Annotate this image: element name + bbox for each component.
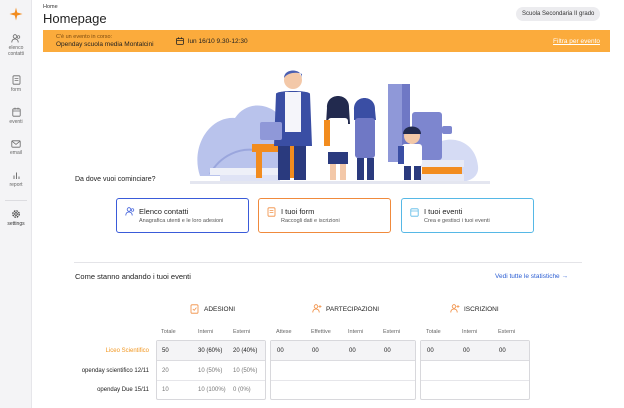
start-question: Da dove vuoi cominciare?	[75, 176, 156, 183]
table-cell: 00	[277, 348, 284, 354]
mail-icon	[11, 140, 21, 148]
table-cell: 00	[499, 348, 506, 354]
logo-star-icon[interactable]	[9, 7, 23, 21]
stats-table-adesioni: 50 30 (60%) 20 (40%) 20 10 (50%) 10 (50%…	[156, 340, 266, 400]
table-cell: 30 (60%)	[198, 348, 223, 354]
card-description: Crea e gestisci i tuoi eventi	[424, 218, 490, 224]
table-row	[421, 361, 529, 381]
users-icon	[11, 34, 21, 43]
table-cell: 00	[312, 348, 319, 354]
sidebar-item-label: email	[10, 150, 22, 156]
column-header: Totale	[426, 329, 441, 335]
view-all-stats-link[interactable]: Vedi tutte le statistiche →	[495, 273, 568, 280]
gear-icon	[12, 210, 20, 218]
contacts-card[interactable]: Elenco contatti Anagrafica utenti e le l…	[116, 198, 249, 233]
events-card[interactable]: I tuoi eventi Crea e gestisci i tuoi eve…	[401, 198, 534, 233]
card-description: Anagrafica utenti e le loro adesioni	[139, 218, 224, 224]
table-cell: 00	[427, 348, 434, 354]
sidebar-item-form[interactable]: form	[0, 75, 32, 93]
bar-chart-icon	[13, 172, 19, 179]
table-cell: 00	[463, 348, 470, 354]
card-title: I tuoi eventi	[424, 207, 463, 216]
table-cell: 00	[349, 348, 356, 354]
card-description: Raccogli dati e iscrizioni	[281, 218, 340, 224]
page-title: Homepage	[43, 11, 107, 26]
group-header-adesioni: ADESIONI	[190, 304, 236, 314]
sidebar: elenco contatti form eventi email report…	[0, 0, 32, 408]
user-add-icon	[450, 304, 460, 313]
sidebar-item-label: eventi	[9, 119, 23, 125]
group-title: ADESIONI	[204, 306, 236, 313]
sidebar-item-events[interactable]: eventi	[0, 107, 32, 125]
card-title: Elenco contatti	[139, 207, 189, 216]
sidebar-divider	[5, 200, 27, 201]
calendar-icon	[410, 208, 419, 217]
sidebar-item-email[interactable]: email	[0, 140, 32, 156]
sidebar-item-label: form	[11, 87, 21, 93]
filter-by-event-link[interactable]: Filtra per evento	[553, 38, 600, 45]
column-header: Totale	[161, 329, 176, 335]
table-row	[271, 341, 415, 361]
banner-event-date: lun 16/10 9.30-12:30	[188, 38, 248, 45]
students-illustration	[190, 70, 490, 184]
calendar-icon	[176, 37, 184, 45]
table-cell: 10	[162, 387, 169, 393]
section-divider	[74, 262, 582, 263]
card-title: I tuoi form	[281, 207, 315, 216]
stats-table-iscrizioni: 00 00 00	[420, 340, 530, 400]
table-cell: 00	[384, 348, 391, 354]
stats-table-partecipazioni: 00 00 00 00	[270, 340, 416, 400]
table-cell: 20 (40%)	[233, 348, 258, 354]
row-label[interactable]: openday scientifico 12/11	[82, 368, 149, 374]
form-icon	[190, 304, 199, 314]
column-header: Effettive	[311, 329, 331, 335]
table-cell: 50	[162, 348, 169, 354]
row-label[interactable]: Liceo Scientifico	[106, 348, 149, 354]
stats-title: Come stanno andando i tuoi eventi	[75, 272, 191, 281]
column-header: Interni	[348, 329, 364, 335]
column-header: Esterni	[383, 329, 401, 335]
ongoing-event-banner: C'è un evento in corso: Openday scuola m…	[43, 30, 610, 52]
calendar-icon	[11, 107, 21, 117]
table-cell: 10 (50%)	[198, 368, 223, 374]
forms-card[interactable]: I tuoi form Raccogli dati e iscrizioni	[258, 198, 391, 233]
sidebar-item-settings[interactable]: settings	[0, 209, 32, 227]
column-header: Esterni	[498, 329, 516, 335]
group-header-iscrizioni: ISCRIZIONI	[450, 304, 499, 313]
form-icon	[12, 75, 20, 85]
group-header-partecipazioni: PARTECIPAZIONI	[312, 304, 380, 313]
table-row	[271, 361, 415, 381]
table-cell: 10 (100%)	[198, 387, 226, 393]
breadcrumb[interactable]: Home	[43, 4, 58, 10]
table-cell: 0 (0%)	[233, 387, 251, 393]
table-cell: 10 (50%)	[233, 368, 258, 374]
table-row	[421, 341, 529, 361]
group-title: PARTECIPAZIONI	[326, 306, 380, 313]
column-header: Interni	[462, 329, 478, 335]
sidebar-item-report[interactable]: report	[0, 171, 32, 188]
banner-kicker: C'è un evento in corso:	[56, 34, 113, 40]
row-label[interactable]: openday Due 15/11	[97, 387, 149, 393]
form-icon	[267, 207, 276, 217]
table-cell: 20	[162, 368, 169, 374]
sidebar-item-label: elenco contatti	[7, 45, 25, 57]
users-icon	[125, 207, 135, 216]
sidebar-item-label: report	[9, 182, 23, 188]
banner-event-name: Openday scuola media Montalcini	[56, 41, 154, 48]
group-title: ISCRIZIONI	[464, 306, 499, 313]
column-header: Attese	[276, 329, 292, 335]
sidebar-item-contacts[interactable]: elenco contatti	[0, 34, 32, 57]
sidebar-item-label: settings	[7, 221, 25, 227]
user-add-icon	[312, 304, 322, 313]
column-header: Interni	[198, 329, 214, 335]
school-selector-badge[interactable]: Scuola Secondaria II grado	[516, 7, 601, 21]
column-header: Esterni	[233, 329, 251, 335]
